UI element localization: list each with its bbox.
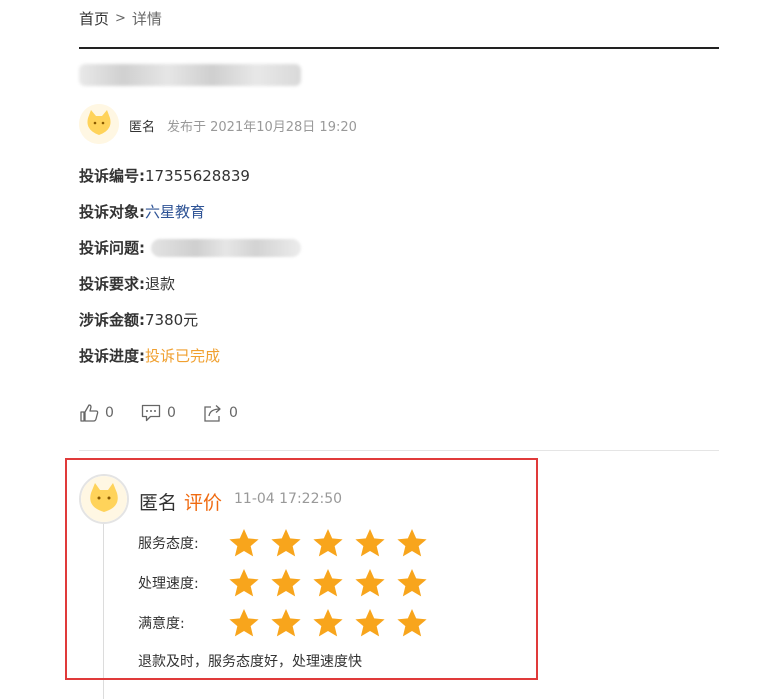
star-icon — [355, 609, 385, 637]
cat-avatar-icon — [79, 104, 119, 144]
detail-label: 投诉进度: — [79, 347, 145, 365]
star-icon — [313, 569, 343, 597]
blurred-issue-value — [151, 238, 301, 257]
breadcrumb-home-link[interactable]: 首页 — [79, 8, 109, 29]
detail-label: 投诉编号: — [79, 167, 145, 185]
star-icon — [229, 569, 259, 597]
star-icon — [355, 569, 385, 597]
detail-value: 17355628839 — [145, 166, 250, 185]
star-rating — [228, 528, 428, 558]
comment-icon — [141, 404, 161, 422]
status-badge: 投诉已完成 — [145, 347, 221, 365]
comment-count: 0 — [167, 405, 176, 421]
rating-row-satisfaction: 满意度: — [138, 608, 428, 638]
breadcrumb: 首页 > 详情 — [79, 8, 162, 29]
detail-value: 7380元 — [145, 311, 199, 329]
star-icon — [271, 529, 301, 557]
post-author: 匿名 — [129, 120, 156, 135]
detail-row-request: 投诉要求: 退款 — [79, 273, 175, 294]
star-icon — [271, 569, 301, 597]
blurred-complaint-title — [79, 64, 301, 86]
review-time: 11-04 17:22:50 — [234, 491, 343, 507]
detail-row-progress: 投诉进度: 投诉已完成 — [79, 345, 220, 366]
rating-label: 服务态度: — [138, 536, 199, 552]
cat-avatar-icon — [79, 474, 129, 524]
star-icon — [355, 529, 385, 557]
thumbs-up-icon — [79, 404, 99, 422]
star-icon — [229, 529, 259, 557]
comment-button[interactable]: 0 — [141, 404, 176, 422]
share-count: 0 — [229, 405, 238, 421]
review-comment: 退款及时，服务态度好，处理速度快 — [138, 654, 362, 670]
like-button[interactable]: 0 — [79, 404, 114, 422]
star-icon — [397, 529, 427, 557]
like-count: 0 — [105, 405, 114, 421]
star-icon — [397, 609, 427, 637]
rating-label: 处理速度: — [138, 576, 199, 592]
review-tag: 评价 — [184, 492, 223, 514]
detail-row-amount: 涉诉金额: 7380元 — [79, 309, 198, 330]
star-icon — [397, 569, 427, 597]
detail-row-target: 投诉对象: 六星教育 — [79, 201, 205, 222]
rating-row-speed: 处理速度: — [138, 568, 428, 598]
rating-label: 满意度: — [138, 616, 185, 632]
complaint-target-link[interactable]: 六星教育 — [145, 201, 205, 222]
header-divider — [79, 47, 719, 49]
review-author: 匿名 — [139, 492, 178, 514]
share-button[interactable]: 0 — [203, 404, 238, 422]
rating-row-service: 服务态度: — [138, 528, 428, 558]
section-divider — [79, 450, 719, 451]
breadcrumb-current: 详情 — [131, 10, 162, 28]
breadcrumb-separator: > — [115, 11, 126, 26]
star-icon — [313, 529, 343, 557]
star-rating — [228, 608, 428, 638]
share-icon — [203, 404, 223, 422]
post-timestamp: 发布于 2021年10月28日 19:20 — [167, 120, 357, 135]
star-icon — [313, 609, 343, 637]
detail-label: 涉诉金额: — [79, 311, 145, 329]
star-icon — [229, 609, 259, 637]
star-icon — [271, 609, 301, 637]
detail-row-id: 投诉编号: 17355628839 — [79, 165, 250, 186]
detail-label: 投诉要求: — [79, 275, 145, 293]
star-rating — [228, 568, 428, 598]
detail-label: 投诉问题: — [79, 239, 145, 257]
detail-row-issue: 投诉问题: — [79, 237, 301, 258]
detail-value: 退款 — [145, 275, 176, 293]
detail-label: 投诉对象: — [79, 203, 145, 221]
